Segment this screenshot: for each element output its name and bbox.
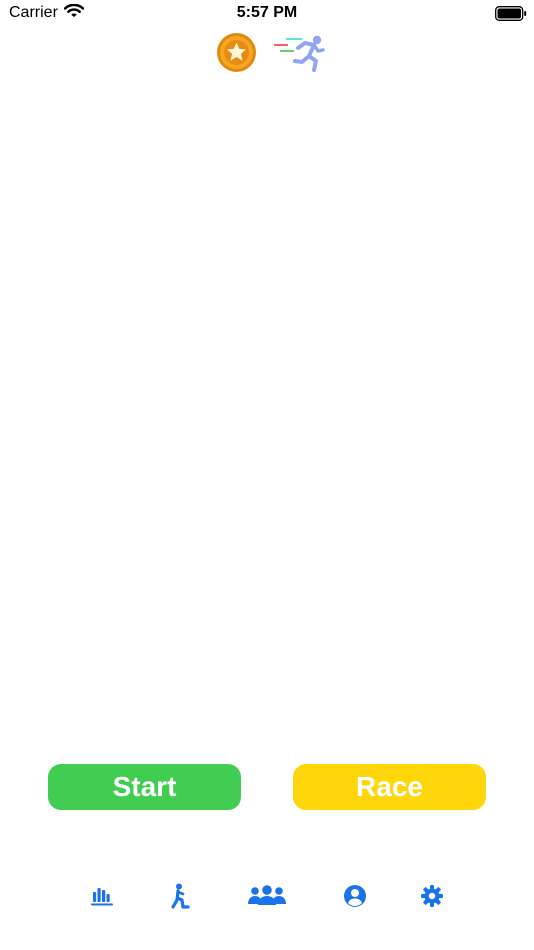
start-button[interactable]: Start xyxy=(48,764,241,810)
race-button[interactable]: Race xyxy=(293,764,486,810)
status-time: 5:57 PM xyxy=(236,4,298,21)
bar-chart-icon xyxy=(90,886,114,911)
tab-bar xyxy=(0,870,534,920)
walking-person-icon xyxy=(170,883,192,914)
profile-icon xyxy=(343,884,367,913)
header-icons xyxy=(0,30,534,76)
tab-stats[interactable] xyxy=(84,884,120,912)
status-bar: Carrier 5:57 PM xyxy=(0,0,534,28)
tab-settings[interactable] xyxy=(414,884,450,912)
group-icon xyxy=(247,884,287,912)
gear-icon xyxy=(420,884,444,913)
coin-star-icon[interactable] xyxy=(216,32,257,78)
runner-icon[interactable] xyxy=(272,32,326,79)
battery-icon xyxy=(495,6,527,26)
tab-groups[interactable] xyxy=(245,884,289,912)
tab-profile[interactable] xyxy=(337,884,373,912)
tab-walk[interactable] xyxy=(163,883,199,914)
